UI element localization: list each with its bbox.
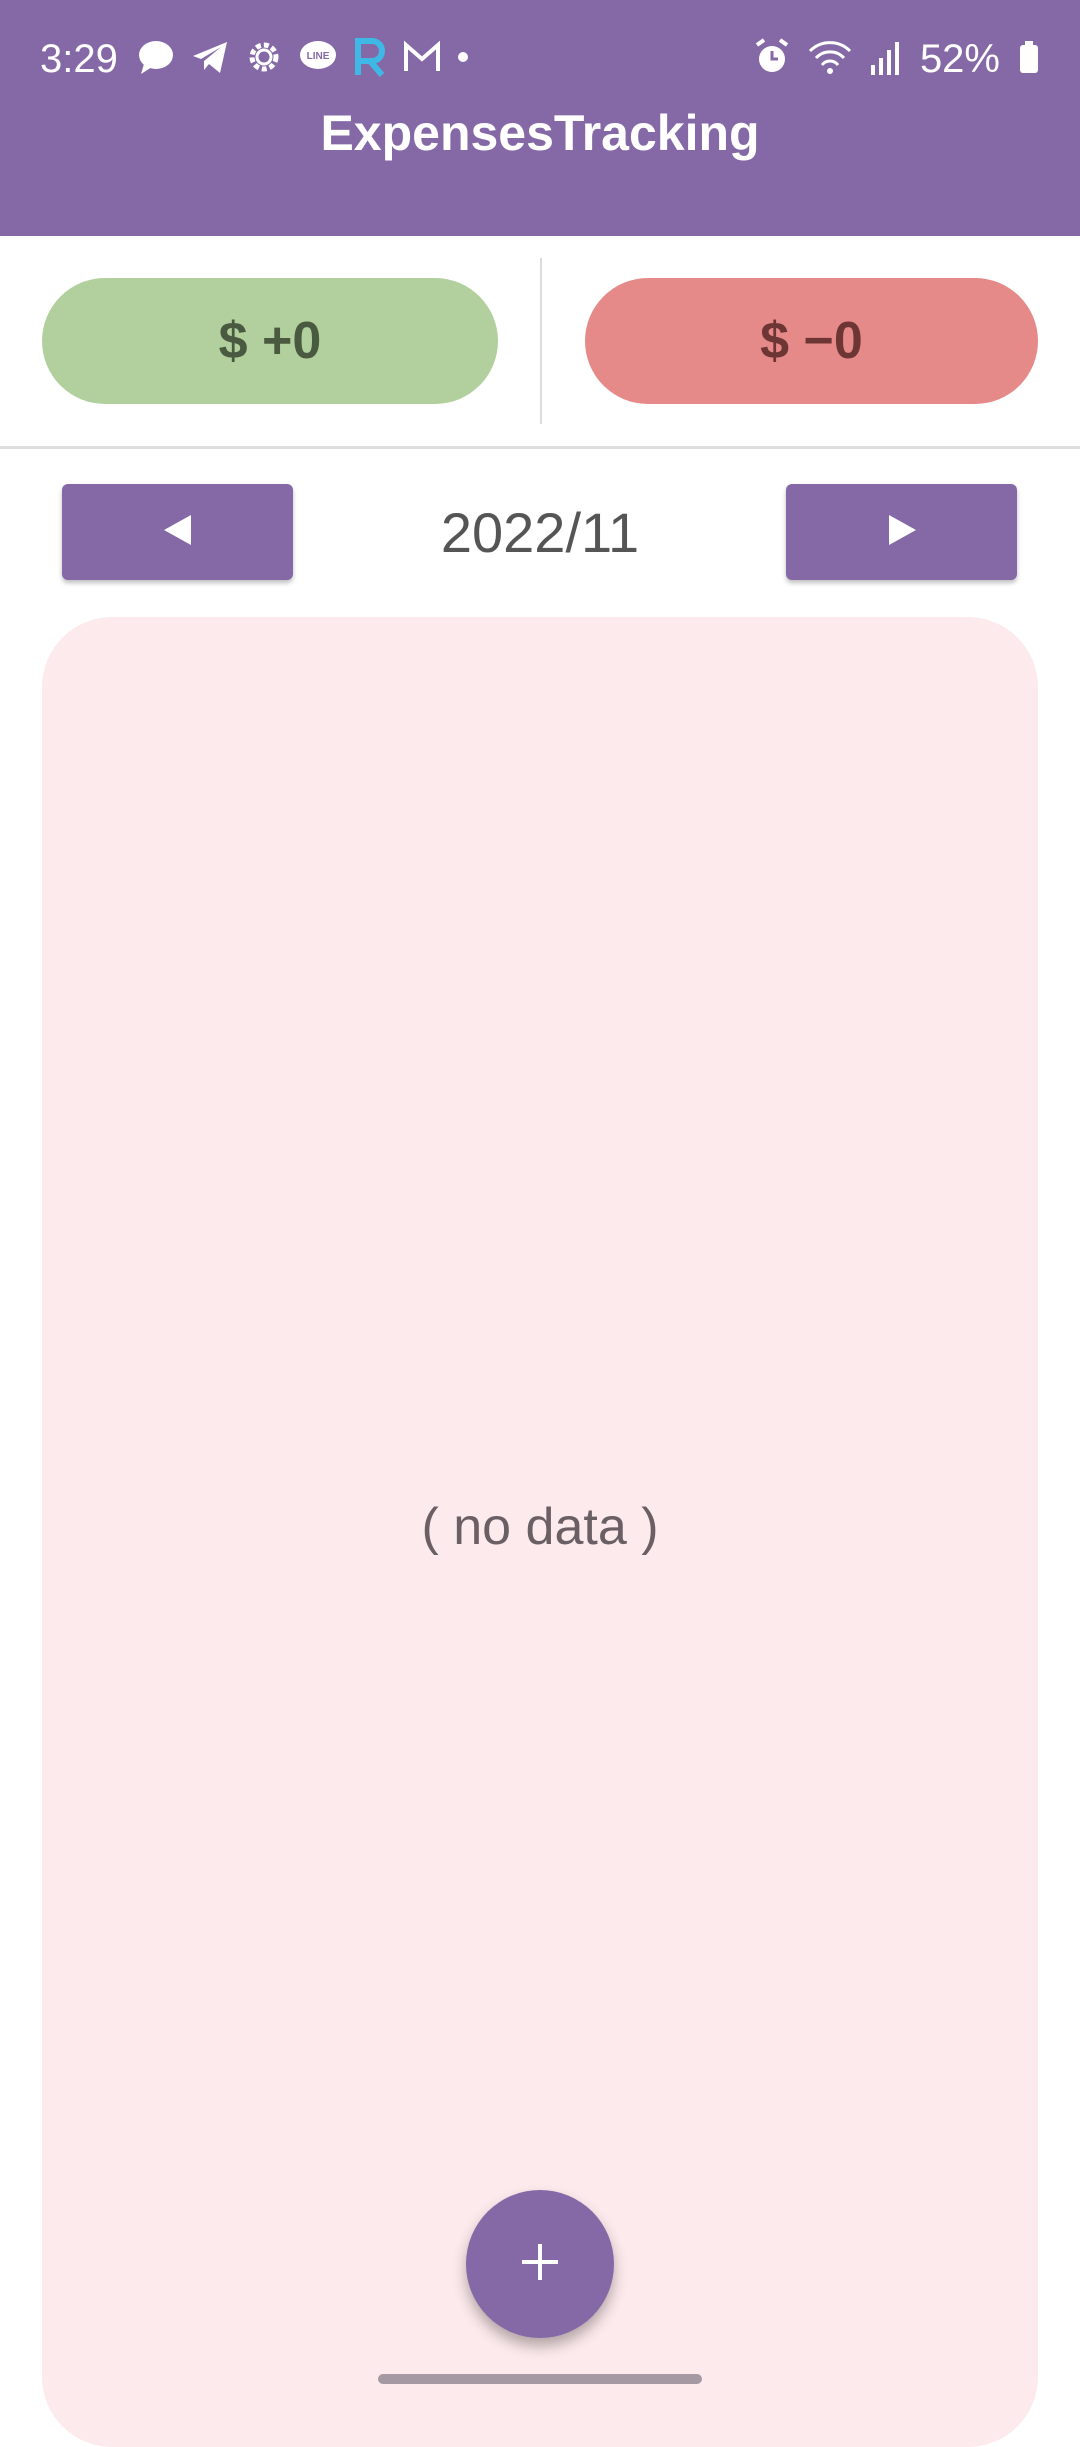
chat-icon <box>136 37 176 82</box>
settings-icon <box>244 37 284 82</box>
app-title: ExpensesTracking <box>320 105 760 161</box>
summary-section: $ +0 $ −0 <box>0 236 1080 449</box>
dot-icon <box>456 50 470 69</box>
wifi-icon <box>808 37 852 82</box>
status-left: 3:29 LINE <box>40 34 470 84</box>
home-indicator[interactable] <box>378 2374 702 2384</box>
triangle-right-icon <box>885 513 919 552</box>
records-list[interactable]: ( no data ) <box>42 617 1038 2447</box>
previous-month-button[interactable] <box>62 484 293 580</box>
battery-text: 52% <box>919 36 1000 81</box>
gmail-icon <box>402 37 442 82</box>
status-time: 3:29 <box>40 36 118 81</box>
svg-text:LINE: LINE <box>306 51 329 62</box>
line-icon: LINE <box>298 37 338 82</box>
month-navigator: 2022/11 <box>0 448 1080 600</box>
triangle-left-icon <box>161 513 195 552</box>
summary-divider <box>540 258 542 424</box>
status-bar: 3:29 LINE 52% <box>0 0 1080 118</box>
empty-state-text: ( no data ) <box>421 1498 659 1556</box>
income-total-button[interactable]: $ +0 <box>42 278 498 404</box>
telegram-icon <box>190 37 230 82</box>
r-app-icon <box>352 37 388 82</box>
income-total: $ +0 <box>218 312 322 370</box>
expense-total: $ −0 <box>760 312 863 370</box>
expense-total-button[interactable]: $ −0 <box>585 278 1038 404</box>
current-month: 2022/11 <box>440 500 640 564</box>
add-record-button[interactable] <box>466 2190 614 2338</box>
alarm-icon <box>754 37 790 82</box>
next-month-button[interactable] <box>786 484 1017 580</box>
app-bar: ExpensesTracking <box>0 105 1080 236</box>
status-right: 52% <box>754 34 1040 84</box>
plus-icon <box>518 2240 562 2289</box>
signal-icon <box>870 37 902 82</box>
battery-icon <box>1018 37 1040 82</box>
